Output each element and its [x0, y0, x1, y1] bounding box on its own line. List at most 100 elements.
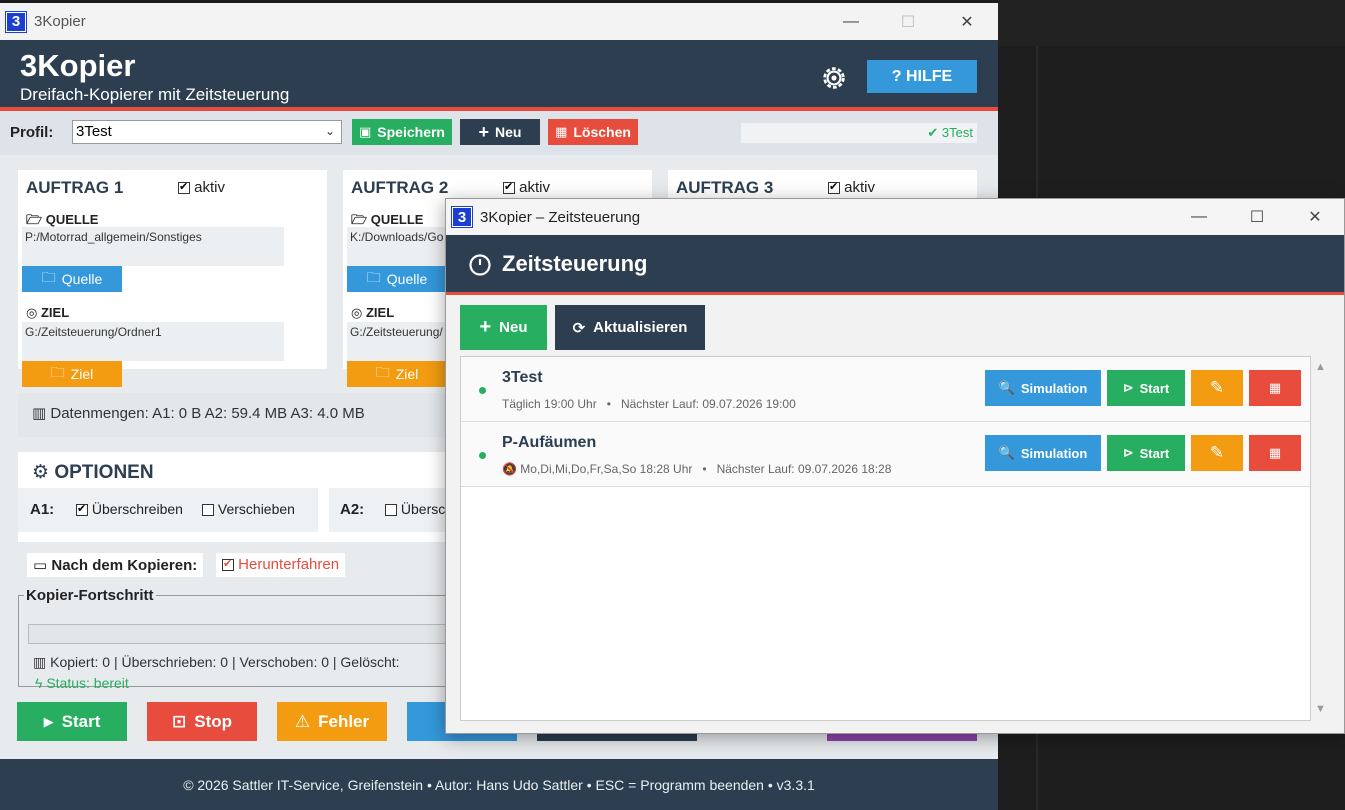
save-icon: ▣	[359, 124, 372, 139]
refresh-label: Aktualisieren	[593, 319, 688, 336]
shutdown-checkbox[interactable]	[222, 557, 234, 572]
a1-overwrite-option[interactable]: Überschreiben	[76, 501, 183, 517]
job-1-source-button[interactable]: 🗀 Quelle	[22, 266, 122, 292]
run-button[interactable]: ⊳ Start	[1107, 370, 1185, 406]
folder-open-icon: 🗁	[351, 212, 368, 227]
dialog-maximize-button[interactable]: ☐	[1234, 199, 1280, 235]
gear-icon: ⚙	[32, 462, 50, 483]
progress-counts: ▥ Kopiert: 0 | Überschrieben: 0 | Versch…	[33, 654, 400, 671]
a1-move-checkbox[interactable]	[202, 504, 214, 517]
trash-icon: ▦	[1268, 445, 1282, 460]
trash-icon: ▦	[1268, 380, 1282, 395]
computer-icon: ▭	[33, 557, 48, 574]
job-2-target-button[interactable]: 🗀 Ziel	[347, 361, 447, 387]
simulation-label: Simulation	[1020, 380, 1088, 396]
shutdown-option[interactable]: Herunterfahren	[216, 553, 346, 577]
simulation-button[interactable]: 🔍 Simulation	[985, 435, 1101, 471]
dialog-close-button[interactable]: ✕	[1292, 199, 1338, 235]
after-copy: ▭ Nach dem Kopieren:	[27, 553, 204, 577]
folder-icon: 🗀	[366, 269, 381, 285]
trash-icon: ▦	[555, 124, 568, 139]
run-label: Start	[1139, 380, 1170, 396]
maximize-button[interactable]: ☐	[885, 3, 931, 40]
warning-icon: ⚠	[294, 711, 311, 731]
clock-icon	[469, 254, 491, 276]
scroll-up-arrow[interactable]: ▲	[1315, 361, 1326, 373]
delete-button[interactable]: ▦	[1249, 435, 1301, 471]
job-2-source-button-label: Quelle	[386, 271, 428, 287]
window-title: 3Kopier	[34, 13, 86, 30]
profile-select[interactable]: 3Test ⌄	[72, 120, 342, 144]
run-label: Start	[1139, 445, 1170, 461]
schedule-row[interactable]: P-Aufäumen 🔕 Mo,Di,Mi,Do,Fr,Sa,So 18:28 …	[461, 422, 1310, 487]
save-profile-button[interactable]: ▣ Speichern	[352, 119, 452, 145]
delete-button[interactable]: ▦	[1249, 370, 1301, 406]
progress-bar	[28, 624, 448, 644]
progress-group: Kopier-Fortschritt ▥ Kopiert: 0 | Übersc…	[18, 587, 448, 691]
help-button[interactable]: ? HILFE	[867, 60, 977, 93]
simulation-button[interactable]: 🔍 Simulation	[985, 370, 1101, 406]
job-1-active-checkbox[interactable]	[178, 180, 190, 195]
job-2-source-button[interactable]: 🗀 Quelle	[347, 266, 447, 292]
profile-bar: Profil: 3Test ⌄ ▣ Speichern + Neu ▦ Lösc…	[0, 111, 998, 155]
separator: •	[702, 462, 707, 476]
dialog-header: Zeitsteuerung	[446, 235, 1344, 295]
job-3-active-checkbox[interactable]	[828, 180, 840, 195]
save-label: Speichern	[377, 124, 445, 140]
schedule-list: 3Test Täglich 19:00 Uhr • Nächster Lauf:…	[460, 356, 1311, 721]
job-1-target-path: G:/Zeitsteuerung/Ordner1	[22, 322, 284, 361]
folder-icon: 🗀	[50, 364, 65, 380]
job-2-active[interactable]: aktiv	[503, 179, 550, 196]
app-header: 3Kopier Dreifach-Kopierer mit Zeitsteuer…	[0, 40, 998, 111]
profile-selected-value: 3Test	[76, 123, 112, 140]
pencil-icon: ✎	[1209, 378, 1225, 397]
edit-button[interactable]: ✎	[1191, 370, 1243, 406]
schedule-row[interactable]: 3Test Täglich 19:00 Uhr • Nächster Lauf:…	[461, 357, 1310, 422]
edit-button[interactable]: ✎	[1191, 435, 1243, 471]
run-button[interactable]: ⊳ Start	[1107, 435, 1185, 471]
dialog-minimize-button[interactable]: —	[1176, 199, 1222, 235]
desktop-top-bar	[998, 0, 1345, 46]
new-schedule-button[interactable]: + Neu	[460, 305, 547, 350]
job-2-source-label: QUELLE	[370, 212, 424, 227]
bar-chart-icon: ▥	[32, 405, 47, 422]
profile-status: ✔ 3Test	[741, 123, 977, 143]
target-icon: ◎	[351, 305, 363, 320]
a1-overwrite-label: Überschreiben	[91, 501, 183, 517]
stop-icon: ⊡	[171, 711, 187, 731]
minimize-button[interactable]: —	[828, 3, 874, 40]
job-2-active-checkbox[interactable]	[503, 180, 515, 195]
separator: •	[606, 397, 611, 411]
job-3-active[interactable]: aktiv	[828, 179, 875, 196]
job-1-source-button-label: Quelle	[61, 271, 103, 287]
job-1-target-button[interactable]: 🗀 Ziel	[22, 361, 122, 387]
a2-overwrite-option[interactable]: Übersc	[385, 501, 445, 517]
stop-button[interactable]: ⊡ Stop	[147, 702, 257, 741]
status-text: Status: bereit	[46, 675, 129, 691]
settings-gear-icon[interactable]	[820, 64, 848, 92]
a1-move-option[interactable]: Verschieben	[202, 501, 295, 517]
a2-overwrite-checkbox[interactable]	[385, 504, 397, 517]
new-profile-button[interactable]: + Neu	[460, 119, 540, 145]
refresh-button[interactable]: ⟳ Aktualisieren	[555, 305, 705, 350]
data-sizes: ▥ Datenmengen: A1: 0 B A2: 59.4 MB A3: 4…	[18, 393, 458, 437]
job-3-title: AUFTRAG 3	[676, 178, 774, 197]
scroll-down-arrow[interactable]: ▼	[1315, 703, 1326, 715]
close-button[interactable]: ✕	[944, 3, 990, 40]
start-button[interactable]: ▶ Start	[17, 702, 127, 741]
job-1-source-path: P:/Motorrad_allgemein/Sonstiges	[22, 227, 284, 266]
refresh-icon: ⟳	[572, 319, 586, 337]
options-title: OPTIONEN	[54, 462, 154, 483]
stop-label: Stop	[194, 711, 233, 731]
job-1-active[interactable]: aktiv	[178, 179, 225, 196]
lightning-icon: ϟ	[35, 675, 43, 691]
schedule-time: Täglich 19:00 Uhr	[502, 397, 597, 411]
job-1-active-label: aktiv	[194, 179, 226, 196]
delete-profile-button[interactable]: ▦ Löschen	[548, 119, 638, 145]
a1-overwrite-checkbox[interactable]	[76, 502, 88, 517]
job-2-title: AUFTRAG 2	[351, 178, 449, 197]
job-2-target-button-label: Ziel	[395, 366, 419, 382]
errors-button[interactable]: ⚠ Fehler	[277, 702, 387, 741]
next-run: Nächster Lauf: 09.07.2026 18:28	[716, 462, 892, 476]
start-label: Start	[61, 711, 101, 731]
